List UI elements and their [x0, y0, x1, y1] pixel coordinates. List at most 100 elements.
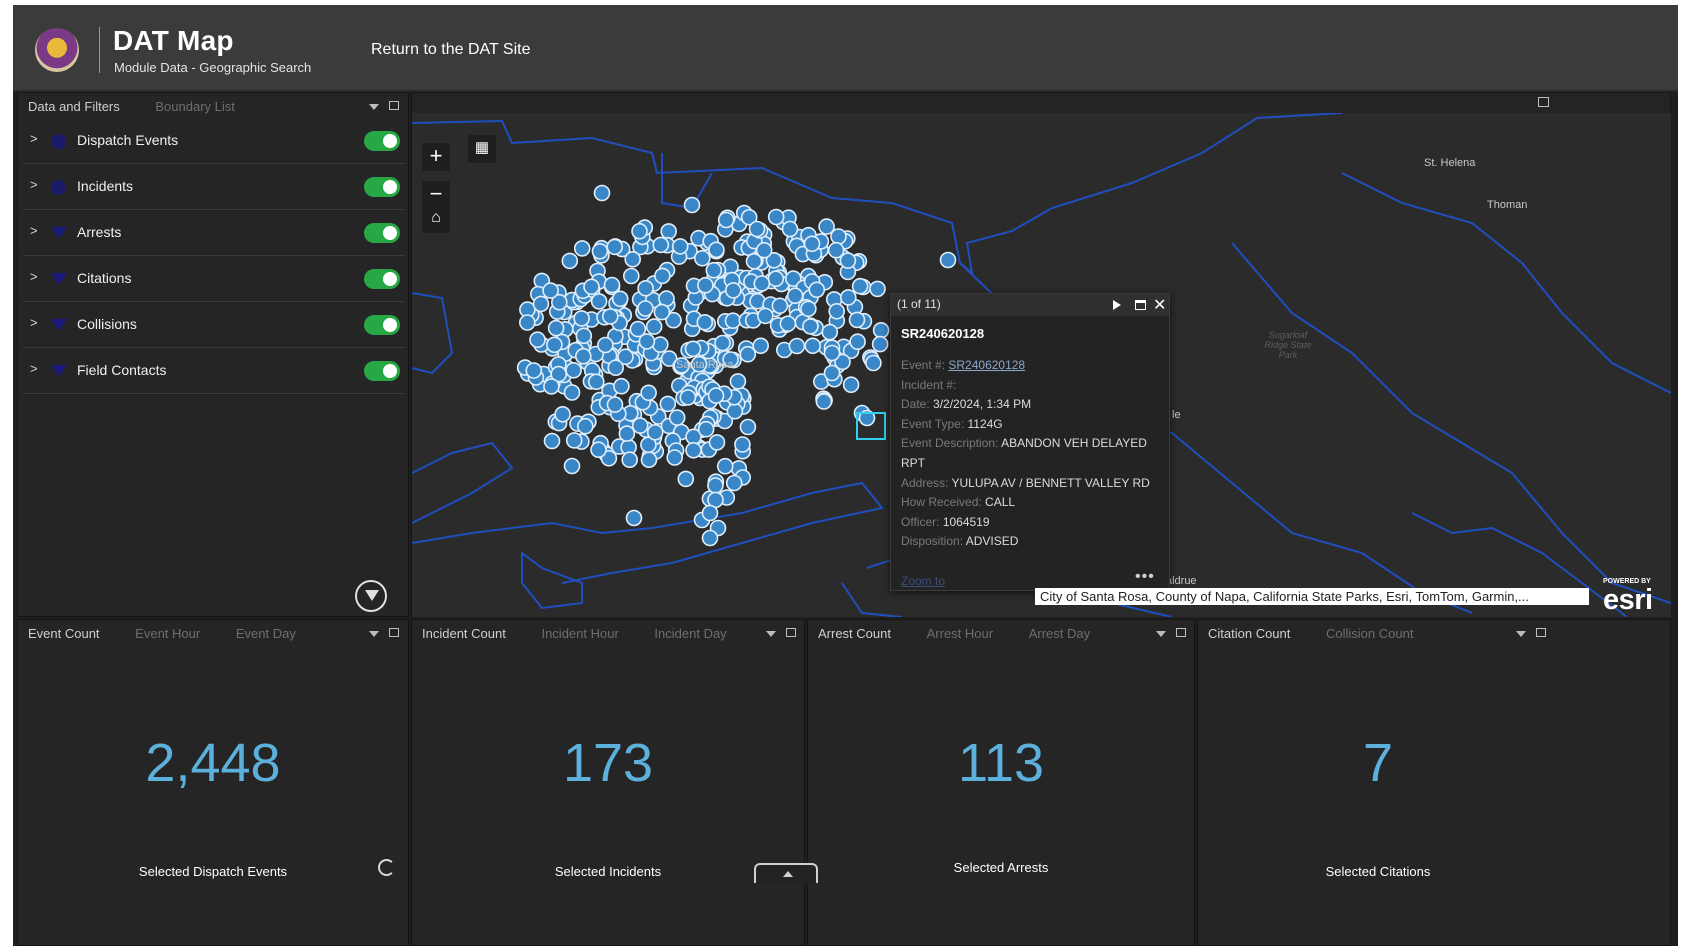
tab-boundary-list[interactable]: Boundary List	[155, 99, 235, 114]
expand-panel-handle[interactable]	[754, 863, 818, 883]
incident-marker[interactable]	[638, 333, 656, 350]
layer-row-collisions[interactable]: > Collisions	[23, 302, 405, 348]
panel-maximize-icon[interactable]	[1176, 628, 1186, 637]
incident-marker[interactable]	[637, 280, 654, 297]
dock-popup-icon[interactable]	[1135, 300, 1146, 310]
incident-marker[interactable]	[597, 336, 614, 354]
incident-marker[interactable]	[708, 434, 726, 451]
tab-incident-day[interactable]: Incident Day	[654, 626, 726, 641]
incident-marker[interactable]	[939, 251, 957, 269]
zoom-in-button[interactable]: +	[422, 143, 450, 171]
layer-toggle-citations[interactable]	[364, 269, 400, 289]
tab-citation-count[interactable]: Citation Count	[1208, 626, 1290, 641]
incident-marker[interactable]	[729, 373, 747, 390]
incident-marker[interactable]	[683, 196, 701, 214]
incident-marker[interactable]	[565, 432, 583, 449]
incident-marker[interactable]	[590, 441, 607, 459]
incident-marker[interactable]	[607, 359, 624, 376]
incident-marker[interactable]	[701, 529, 719, 547]
panel-maximize-icon[interactable]	[1536, 628, 1546, 637]
incident-marker[interactable]	[696, 314, 714, 331]
incident-marker[interactable]	[815, 393, 833, 410]
incident-marker[interactable]	[591, 243, 609, 260]
incident-marker[interactable]	[602, 308, 619, 325]
incident-marker[interactable]	[519, 314, 536, 331]
panel-maximize-icon[interactable]	[786, 628, 796, 637]
layer-toggle-arrests[interactable]	[364, 223, 400, 243]
incident-marker[interactable]	[659, 395, 677, 413]
incident-marker[interactable]	[621, 451, 638, 469]
incident-marker[interactable]	[547, 319, 565, 337]
incident-marker[interactable]	[788, 337, 806, 355]
incident-marker[interactable]	[803, 235, 821, 253]
panel-maximize-icon[interactable]	[389, 101, 399, 110]
incident-marker[interactable]	[726, 402, 744, 420]
map-canvas[interactable]: + − ▦ ⌂ Santa Rosa St. Helena Thoman Sug…	[412, 113, 1671, 617]
panel-menu-arrow-icon[interactable]	[369, 631, 379, 637]
incident-marker[interactable]	[684, 340, 702, 358]
tab-event-count[interactable]: Event Count	[28, 626, 100, 641]
tab-event-hour[interactable]: Event Hour	[135, 626, 200, 641]
incident-marker[interactable]	[869, 280, 886, 298]
incident-marker[interactable]	[701, 504, 719, 522]
filter-funnel-button[interactable]	[355, 580, 387, 612]
incident-marker[interactable]	[707, 387, 725, 404]
return-to-dat-site-link[interactable]: Return to the DAT Site	[371, 41, 530, 59]
incident-marker[interactable]	[697, 420, 715, 438]
incident-marker[interactable]	[645, 318, 663, 335]
incident-marker[interactable]	[724, 282, 742, 299]
zoom-to-link[interactable]: Zoom to	[901, 574, 945, 588]
incident-marker[interactable]	[529, 331, 546, 348]
layer-row-citations[interactable]: > Citations	[23, 256, 405, 302]
panel-menu-arrow-icon[interactable]	[1516, 631, 1526, 637]
chevron-right-icon[interactable]: >	[30, 361, 38, 376]
incident-marker[interactable]	[563, 384, 581, 401]
incident-marker[interactable]	[603, 276, 621, 294]
incident-marker[interactable]	[771, 297, 789, 315]
incident-marker[interactable]	[677, 470, 695, 488]
map-panel-maximize-icon[interactable]	[1538, 97, 1549, 107]
incident-marker[interactable]	[543, 432, 561, 450]
incident-marker[interactable]	[823, 364, 841, 382]
incident-marker[interactable]	[716, 457, 734, 475]
incident-marker[interactable]	[640, 384, 657, 402]
tab-event-day[interactable]: Event Day	[236, 626, 296, 641]
next-feature-icon[interactable]	[1113, 300, 1121, 310]
more-options-icon[interactable]: •••	[1135, 568, 1155, 586]
tab-arrest-day[interactable]: Arrest Day	[1029, 626, 1090, 641]
chevron-right-icon[interactable]: >	[30, 315, 38, 330]
incident-marker[interactable]	[752, 337, 770, 355]
incident-marker[interactable]	[652, 336, 669, 353]
incident-marker[interactable]	[779, 315, 797, 332]
incident-marker[interactable]	[606, 238, 623, 256]
incident-marker[interactable]	[802, 318, 819, 335]
incident-marker[interactable]	[588, 373, 605, 391]
incident-marker[interactable]	[804, 337, 822, 355]
incident-marker[interactable]	[872, 322, 890, 339]
incident-marker[interactable]	[625, 509, 643, 527]
incident-marker[interactable]	[554, 405, 571, 423]
incident-marker[interactable]	[532, 295, 550, 313]
incident-marker[interactable]	[646, 423, 664, 441]
incident-marker[interactable]	[839, 252, 857, 269]
incident-marker[interactable]	[653, 303, 671, 321]
tab-collision-count[interactable]: Collision Count	[1326, 626, 1413, 641]
incident-marker[interactable]	[637, 300, 654, 317]
incident-marker[interactable]	[565, 361, 582, 379]
incident-marker[interactable]	[871, 335, 889, 353]
incident-marker[interactable]	[606, 396, 624, 413]
incident-marker[interactable]	[573, 240, 591, 257]
incident-marker[interactable]	[865, 354, 882, 372]
tab-data-and-filters[interactable]: Data and Filters	[28, 99, 120, 114]
incident-marker[interactable]	[767, 270, 785, 287]
layer-toggle-collisions[interactable]	[364, 315, 400, 335]
panel-maximize-icon[interactable]	[389, 628, 399, 637]
incident-marker[interactable]	[583, 278, 600, 296]
tab-arrest-hour[interactable]: Arrest Hour	[927, 626, 993, 641]
layer-row-dispatch-events[interactable]: > Dispatch Events	[23, 118, 405, 164]
incident-marker[interactable]	[705, 261, 723, 279]
incident-marker[interactable]	[697, 276, 714, 294]
incident-marker[interactable]	[725, 474, 743, 492]
incident-marker[interactable]	[577, 417, 594, 435]
incident-marker[interactable]	[786, 287, 804, 304]
